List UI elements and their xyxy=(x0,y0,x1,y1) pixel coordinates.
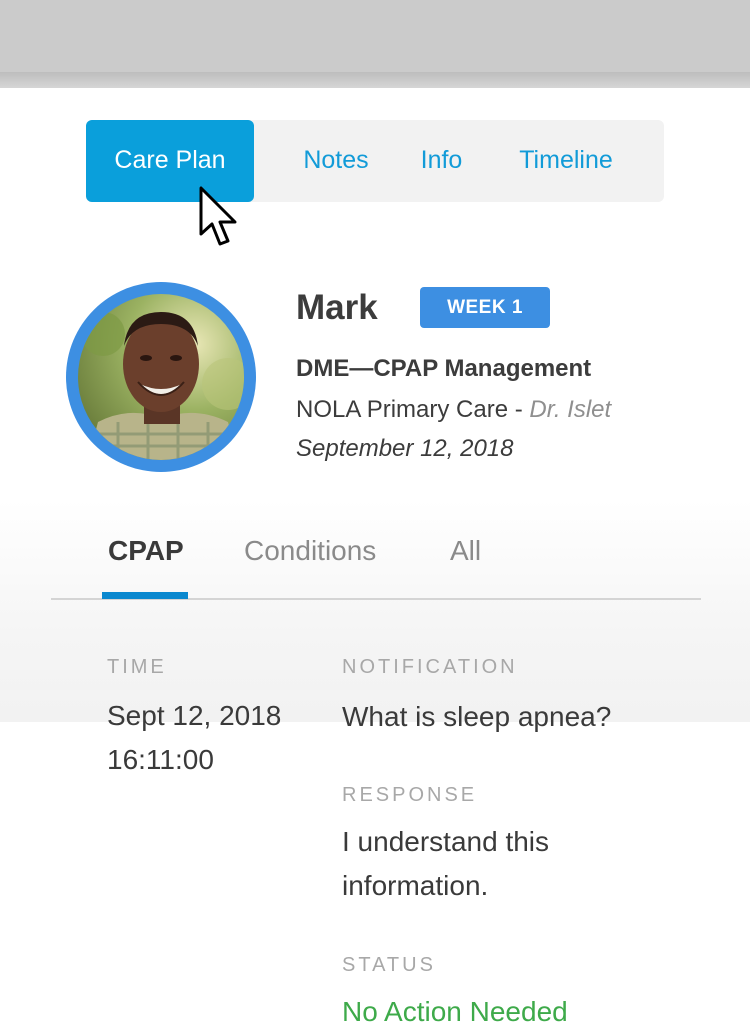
clinic-name: NOLA Primary Care - xyxy=(296,396,530,423)
clinic-line: NOLA Primary Care - Dr. Islet xyxy=(296,396,611,424)
response-line-1: I understand this xyxy=(342,826,550,857)
top-bar-shadow xyxy=(0,72,750,88)
subtab-conditions[interactable]: Conditions xyxy=(244,535,376,567)
time-label: TIME xyxy=(107,656,167,678)
time-date: Sept 12, 2018 xyxy=(107,700,282,731)
status-label: STATUS xyxy=(342,954,436,976)
program-title: DME—CPAP Management xyxy=(296,355,592,382)
doctor-name: Dr. Islet xyxy=(529,396,612,423)
week-badge: WEEK 1 xyxy=(420,287,550,328)
notification-label: NOTIFICATION xyxy=(342,656,518,678)
avatar xyxy=(66,282,256,472)
notification-value: What is sleep apnea? xyxy=(342,701,612,732)
segmented-tabs: Care Plan Notes Info Timeline xyxy=(86,120,664,202)
response-line-2: information. xyxy=(342,870,489,901)
mouse-pointer-icon xyxy=(199,186,237,246)
subtab-cpap[interactable]: CPAP xyxy=(108,535,184,567)
avatar-photo xyxy=(78,294,244,460)
patient-name: Mark xyxy=(296,288,378,327)
response-label: RESPONSE xyxy=(342,784,478,806)
time-clock: 16:11:00 xyxy=(107,744,214,775)
background-band xyxy=(0,500,750,722)
tab-timeline[interactable]: Timeline xyxy=(496,120,636,202)
top-bar xyxy=(0,0,750,72)
enrollment-date: September 12, 2018 xyxy=(296,435,514,462)
subtab-active-indicator xyxy=(102,592,188,599)
tab-info[interactable]: Info xyxy=(404,120,479,202)
subtab-all[interactable]: All xyxy=(450,535,481,567)
tab-notes[interactable]: Notes xyxy=(281,120,391,202)
status-value: No Action Needed xyxy=(342,996,568,1027)
